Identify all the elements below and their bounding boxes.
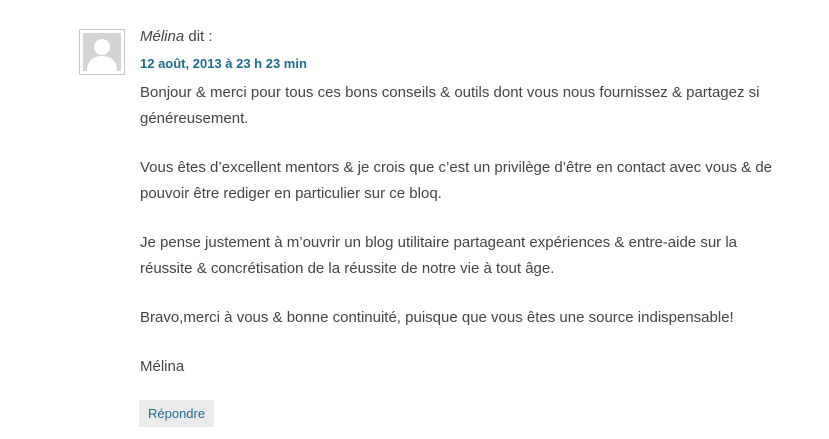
author-line: Mélina dit : xyxy=(140,28,307,46)
default-person-avatar-icon xyxy=(83,33,121,71)
avatar xyxy=(79,29,125,75)
comment-paragraph: Je pense justement à m’ouvrir un blog ut… xyxy=(140,234,737,277)
comment-paragraph: Bonjour & merci pour tous ces bons conse… xyxy=(140,84,760,127)
says-label: dit : xyxy=(184,28,213,45)
reply-button[interactable]: Répondre xyxy=(139,400,215,427)
comment-paragraph: Bravo,merci à vous & bonne continuité, p… xyxy=(140,309,734,326)
comment-signature: Mélina xyxy=(140,358,185,375)
comment-author: Mélina xyxy=(140,28,185,45)
comment: Mélina dit : 12 août, 2013 à 23 h 23 min… xyxy=(0,0,829,439)
comment-date-link[interactable]: 12 août, 2013 à 23 h 23 min xyxy=(140,56,307,72)
comment-content: Bonjour & merci pour tous ces bons conse… xyxy=(140,80,790,403)
comment-paragraph: Vous êtes d’excellent mentors & je crois… xyxy=(140,159,773,202)
comment-meta: Mélina dit : 12 août, 2013 à 23 h 23 min xyxy=(140,28,307,72)
